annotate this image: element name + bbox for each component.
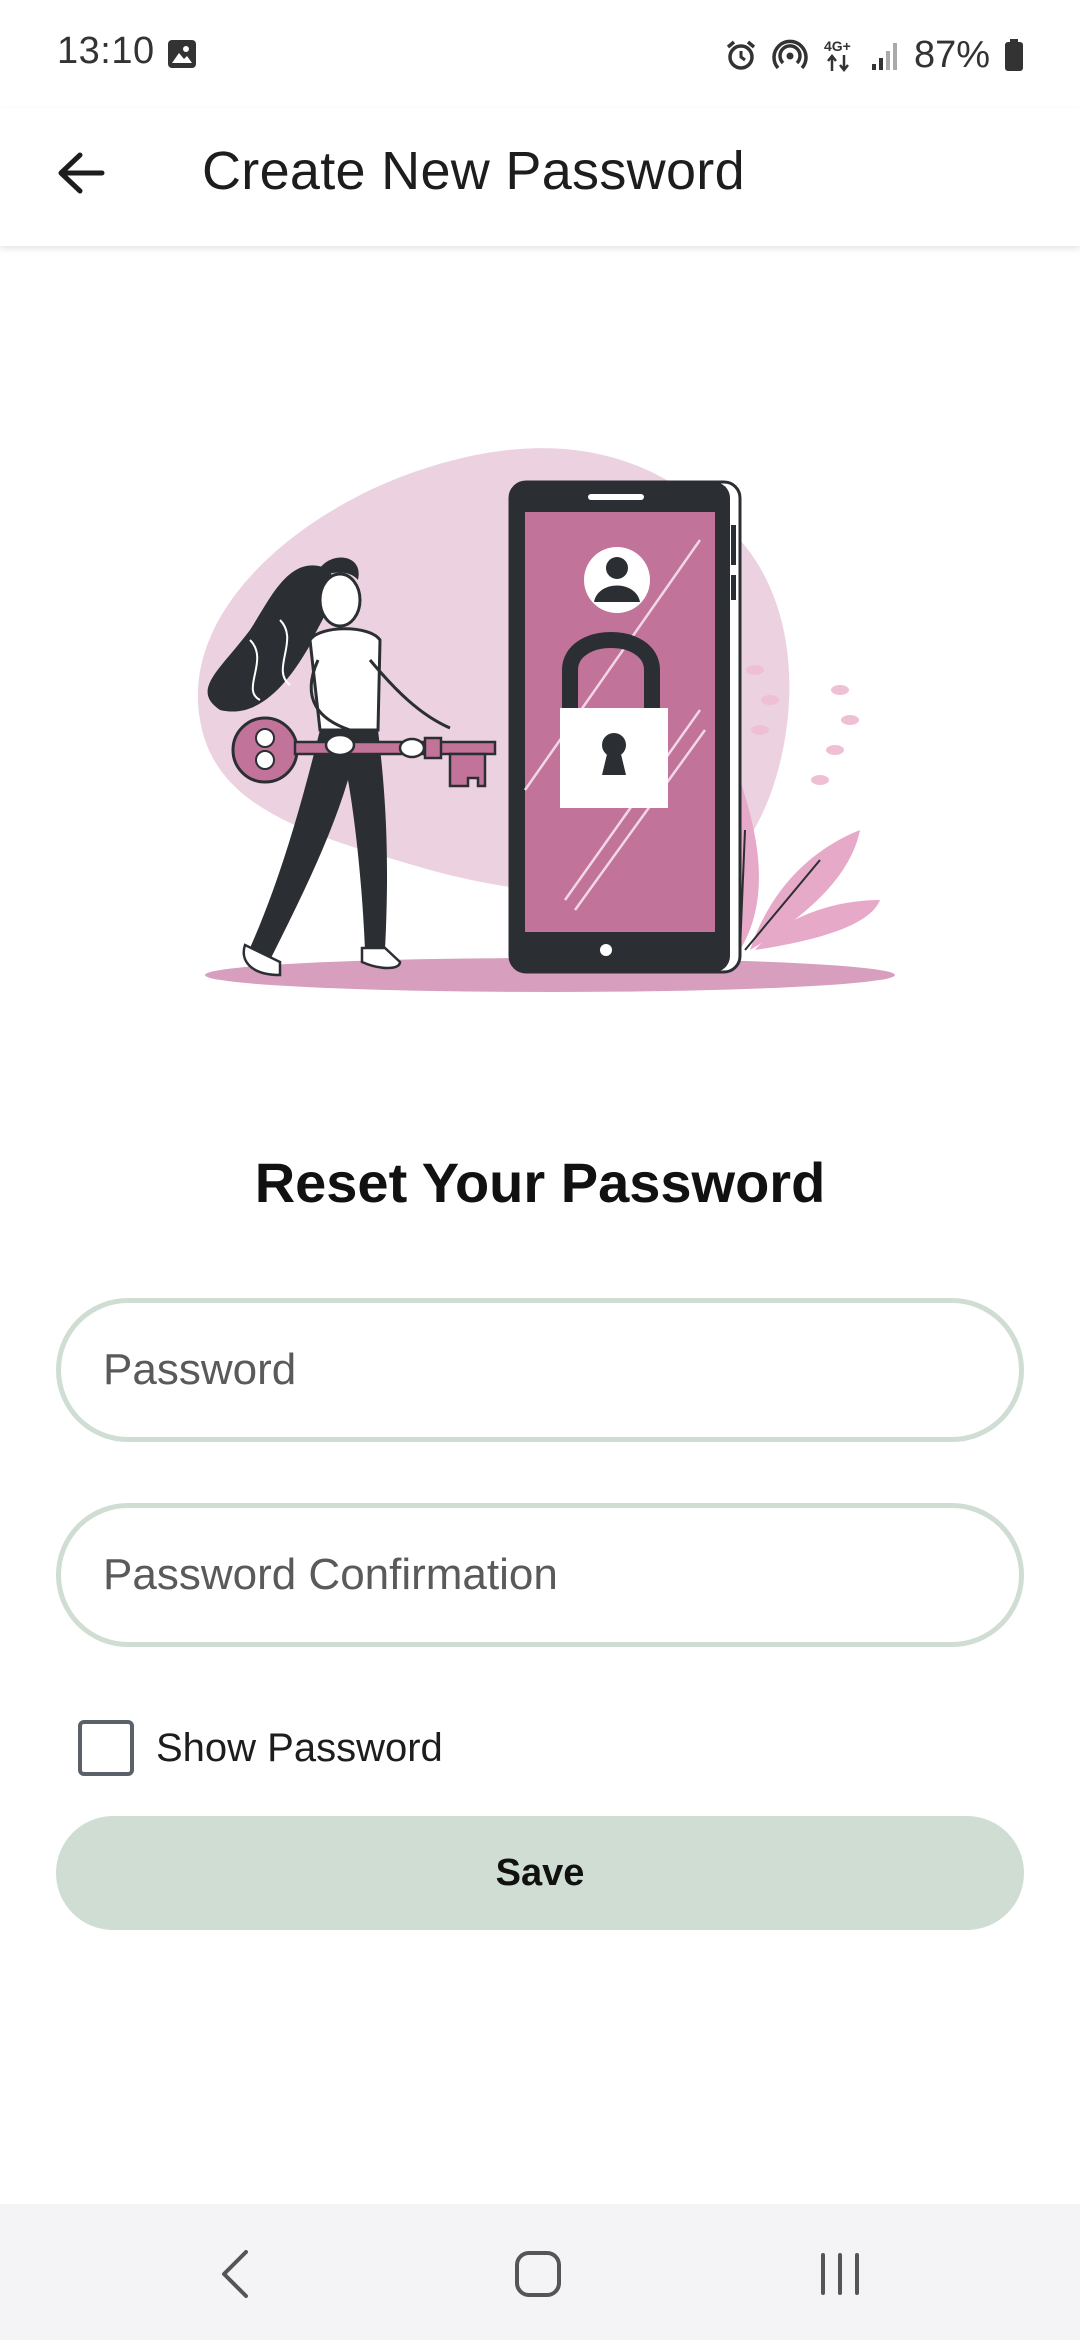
password-reset-illustration xyxy=(180,430,920,1010)
status-icons: 4G+ 87% xyxy=(724,30,1024,80)
status-time: 13:10 xyxy=(57,30,155,72)
hotspot-icon xyxy=(772,38,808,72)
nav-back-icon xyxy=(216,2248,256,2305)
system-nav-bar xyxy=(0,2204,1080,2340)
nav-home-icon xyxy=(513,2249,563,2304)
nav-recents-button[interactable] xyxy=(790,2226,890,2326)
gallery-icon xyxy=(166,38,198,70)
app-bar: Create New Password xyxy=(0,108,1080,246)
signal-icon xyxy=(870,38,900,72)
nav-back-button[interactable] xyxy=(186,2226,286,2326)
battery-percent: 87% xyxy=(913,33,990,76)
back-button[interactable] xyxy=(44,138,118,212)
password-input[interactable] xyxy=(103,1345,1019,1395)
network-4g-icon: 4G+ xyxy=(822,37,856,73)
svg-text:4G+: 4G+ xyxy=(824,38,851,54)
nav-home-button[interactable] xyxy=(488,2226,588,2326)
password-field[interactable] xyxy=(56,1298,1024,1442)
battery-icon xyxy=(1004,38,1024,72)
form-heading: Reset Your Password xyxy=(254,1151,826,1214)
status-bar: 13:10 4G+ 87% xyxy=(0,0,1080,108)
page-title: Create New Password xyxy=(202,141,745,201)
show-password-row[interactable]: Show Password xyxy=(78,1716,443,1780)
show-password-label[interactable]: Show Password xyxy=(156,1726,443,1771)
arrow-left-icon xyxy=(56,151,106,200)
password-confirmation-input[interactable] xyxy=(103,1550,1019,1600)
save-button[interactable]: Save xyxy=(56,1816,1024,1930)
show-password-checkbox[interactable] xyxy=(78,1720,134,1776)
alarm-icon xyxy=(724,38,758,72)
nav-recents-icon xyxy=(815,2251,865,2302)
password-confirmation-field[interactable] xyxy=(56,1503,1024,1647)
